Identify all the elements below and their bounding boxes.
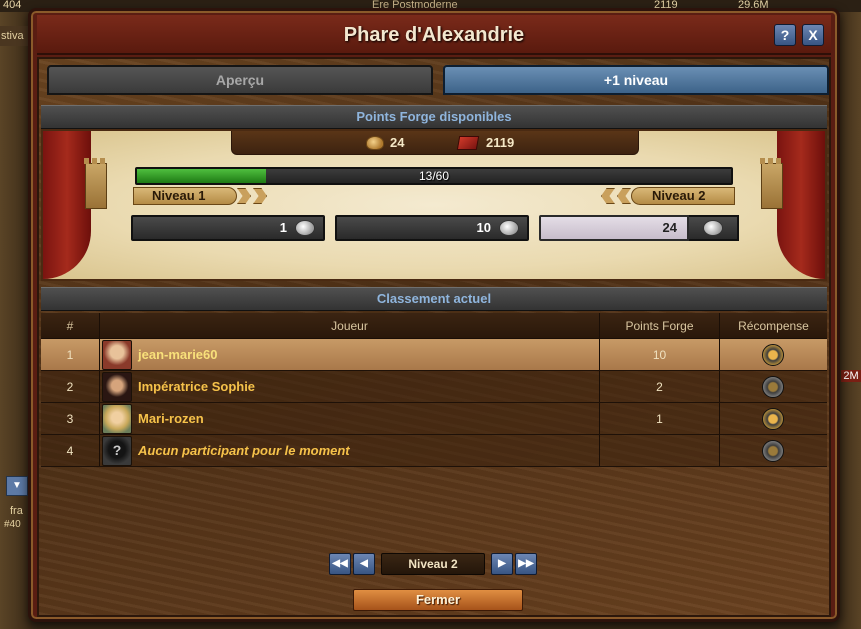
reward-icon[interactable] xyxy=(762,376,784,398)
window-content: Aperçu +1 niveau Points Forge disponible… xyxy=(37,57,831,617)
forge-points-header: Points Forge disponibles xyxy=(41,105,827,129)
row-rank: 3 xyxy=(66,412,74,426)
column-rank: # xyxy=(66,319,74,333)
contribute-1-button[interactable]: 1 xyxy=(131,215,325,241)
player-name-empty: Aucun participant pour le moment xyxy=(138,443,350,458)
player-name[interactable]: Mari-rozen xyxy=(138,403,204,435)
table-row[interactable]: 3 Mari-rozen 1 xyxy=(41,403,827,435)
goods-icon xyxy=(456,136,480,150)
row-reward xyxy=(719,403,827,434)
background-left-label: stiva xyxy=(0,26,30,46)
tab-plus-one-level[interactable]: +1 niveau xyxy=(443,65,829,95)
forge-panel: 24 2119 13/60 Niveau 1 Niveau 2 1 10 24 xyxy=(41,129,827,281)
chevron-left-icon xyxy=(617,188,631,204)
level-to-ribbon: Niveau 2 xyxy=(631,187,735,205)
next-level-button[interactable]: ▶ xyxy=(491,553,513,575)
row-player: jean-marie60 xyxy=(99,339,599,370)
avatar xyxy=(102,340,132,370)
window-titlebar: Phare d'Alexandrie ? X xyxy=(37,15,831,55)
reward-icon[interactable] xyxy=(762,344,784,366)
forge-points-icon xyxy=(499,220,519,236)
ranking-table-header: # Joueur Points Forge Récompense xyxy=(41,313,827,339)
row-rank: 1 xyxy=(66,348,74,362)
window-title: Phare d'Alexandrie xyxy=(343,24,525,46)
contribute-custom-button[interactable] xyxy=(689,215,739,241)
curtain-right-decoration xyxy=(777,131,825,279)
avatar xyxy=(102,404,132,434)
forge-points-available: 24 xyxy=(366,134,404,152)
background-right-label: 2M xyxy=(841,370,861,382)
game-background-right xyxy=(837,0,861,629)
row-forge-points: 2 xyxy=(599,371,719,402)
background-player-tag: fra xyxy=(10,505,23,517)
reward-icon[interactable] xyxy=(762,440,784,462)
level-progress-text: 13/60 xyxy=(418,169,450,183)
goods-value: 2119 xyxy=(486,135,515,150)
tower-left-icon xyxy=(84,158,108,209)
contribute-amount-input[interactable]: 24 xyxy=(539,215,689,241)
resource-strip: 24 2119 xyxy=(231,131,639,155)
contribute-10-label: 10 xyxy=(476,220,491,235)
table-row[interactable]: 1 jean-marie60 10 xyxy=(41,339,827,371)
row-reward xyxy=(719,371,827,402)
row-forge-points: 1 xyxy=(599,403,719,434)
forge-points-icon xyxy=(295,220,315,236)
table-row: 4 ? Aucun participant pour le moment xyxy=(41,435,827,467)
chevron-right-icon xyxy=(237,188,251,204)
column-reward: Récompense xyxy=(719,313,827,338)
background-dropdown-button[interactable]: ▼ xyxy=(6,476,28,496)
row-player: Mari-rozen xyxy=(99,403,599,434)
great-building-window: Phare d'Alexandrie ? X Aperçu +1 niveau … xyxy=(28,8,840,622)
ranking-table: # Joueur Points Forge Récompense 1 jean-… xyxy=(41,313,827,467)
help-button[interactable]: ? xyxy=(774,24,796,46)
previous-level-button[interactable]: ◀ xyxy=(353,553,375,575)
level-pager: ◀◀ ◀ Niveau 2 ▶ ▶▶ xyxy=(329,553,549,575)
contribute-10-button[interactable]: 10 xyxy=(335,215,529,241)
table-row[interactable]: 2 Impératrice Sophie 2 xyxy=(41,371,827,403)
level-progress-bar: 13/60 xyxy=(135,167,733,185)
contribute-1-label: 1 xyxy=(279,220,287,235)
level-from-ribbon: Niveau 1 xyxy=(133,187,237,205)
column-player: Joueur xyxy=(99,313,599,338)
row-reward xyxy=(719,435,827,466)
forge-points-icon xyxy=(366,136,384,150)
row-forge-points xyxy=(599,435,719,466)
forge-points-icon xyxy=(703,220,723,236)
ranking-header: Classement actuel xyxy=(41,287,827,311)
curtain-left-decoration xyxy=(43,131,91,279)
player-name[interactable]: Impératrice Sophie xyxy=(138,371,255,403)
tab-apercu[interactable]: Aperçu xyxy=(47,65,433,95)
row-rank: 2 xyxy=(66,380,74,394)
chevron-left-icon xyxy=(601,188,615,204)
tower-right-icon xyxy=(760,158,784,209)
fermer-button[interactable]: Fermer xyxy=(353,589,523,611)
forge-points-value: 24 xyxy=(390,135,405,150)
background-player-rank: #40 xyxy=(4,519,21,530)
avatar xyxy=(102,372,132,402)
goods-available: 2119 xyxy=(456,134,515,152)
last-level-button[interactable]: ▶▶ xyxy=(515,553,537,575)
player-name[interactable]: jean-marie60 xyxy=(138,339,218,371)
pager-level-label: Niveau 2 xyxy=(381,553,485,575)
row-player: ? Aucun participant pour le moment xyxy=(99,435,599,466)
row-rank: 4 xyxy=(66,444,74,458)
avatar-placeholder: ? xyxy=(102,436,132,466)
chevron-right-icon xyxy=(253,188,267,204)
topbar-number: 404 xyxy=(3,0,22,11)
row-forge-points: 10 xyxy=(599,339,719,370)
close-button[interactable]: X xyxy=(802,24,824,46)
first-level-button[interactable]: ◀◀ xyxy=(329,553,351,575)
row-reward xyxy=(719,339,827,370)
row-player: Impératrice Sophie xyxy=(99,371,599,402)
reward-icon[interactable] xyxy=(762,408,784,430)
column-forge-points: Points Forge xyxy=(599,313,719,338)
